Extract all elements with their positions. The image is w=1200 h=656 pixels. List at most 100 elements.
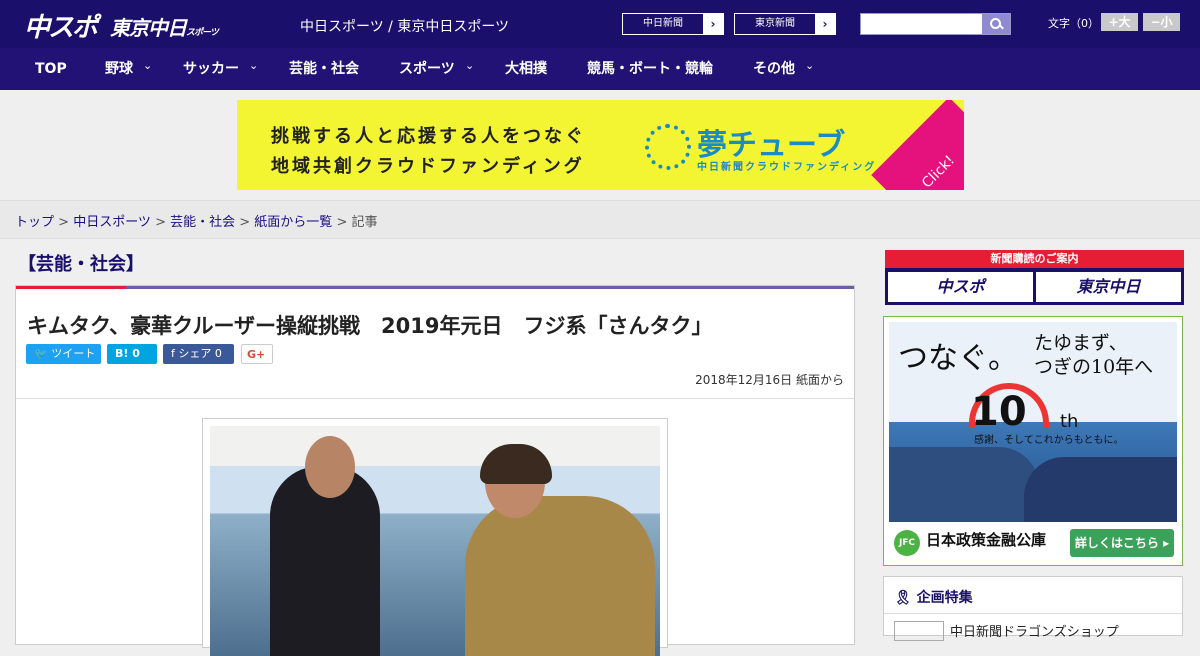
dots-logo-icon (645, 124, 691, 170)
breadcrumb-sep: > (332, 215, 352, 230)
site-name: 中日スポーツ / 東京中日スポーツ (300, 19, 510, 35)
kikaku-thumb[interactable] (894, 621, 944, 641)
tweet-label: ツイート (51, 347, 96, 360)
nav-item-racing[interactable]: 競馬・ボート・競輪 (587, 48, 713, 90)
chevron-down-icon: ⌄ (249, 59, 259, 72)
nav-item-sumo[interactable]: 大相撲 (505, 48, 547, 90)
nav-label: サッカー (183, 61, 239, 77)
chevron-right-icon: › (703, 14, 723, 34)
subscribe-chuspo-button[interactable]: 中スポ (888, 272, 1033, 302)
paper-link-label: 東京新聞 (755, 18, 795, 29)
tweet-button[interactable]: 🐦 ツイート (26, 344, 101, 364)
article-photo-frame (202, 418, 668, 656)
ad-line1: 挑戦する人と応援する人をつなぐ (271, 126, 586, 147)
font-bigger-button[interactable]: +大 (1101, 13, 1138, 31)
kikaku-title-text: 企画特集 (916, 590, 973, 606)
article-date: 2018年12月16日 紙面から (695, 373, 844, 387)
nav-label: 大相撲 (505, 61, 547, 77)
kikaku-box: 🎗 企画特集 中日新聞ドラゴンズショップ (883, 576, 1183, 641)
ad-more-button[interactable]: 詳しくはこちら ▸ (1070, 529, 1174, 557)
ad-tayumazu: たゆまず、 (1034, 332, 1128, 354)
search-icon[interactable] (982, 14, 1010, 34)
nav-item-entertainment[interactable]: 芸能・社会 (289, 48, 359, 90)
kikaku-title: 🎗 企画特集 (894, 587, 973, 607)
breadcrumb-chunichi-sports[interactable]: 中日スポーツ (73, 215, 151, 230)
breadcrumb-entertainment[interactable]: 芸能・社会 (170, 215, 235, 230)
chevron-down-icon: ⌄ (143, 59, 153, 72)
nav-label: その他 (753, 61, 795, 77)
ad-th: th (1060, 411, 1079, 432)
person-right (465, 496, 655, 656)
ad-tagline: たゆまず、 つぎの10年へ (1034, 331, 1153, 379)
subscription-box: 新聞購読のご案内 中スポ 東京中日 (885, 250, 1184, 305)
chuspo-logo[interactable]: 中スポ (24, 7, 98, 44)
breadcrumb: トップ > 中日スポーツ > 芸能・社会 > 紙面から一覧 > 記事 (15, 211, 378, 230)
nav-label: スポーツ (399, 61, 455, 77)
google-plus-button[interactable]: G+ (241, 344, 273, 364)
breadcrumb-sep: > (54, 215, 74, 230)
subscription-title: 新聞購読のご案内 (885, 250, 1184, 268)
chevron-right-icon: › (815, 14, 835, 34)
ad-org: JFC 日本政策金融公庫 (894, 529, 1046, 556)
facebook-icon: f (171, 347, 175, 360)
font-smaller-button[interactable]: −小 (1143, 13, 1180, 31)
ad-ten: 10 (971, 389, 1027, 435)
facebook-share-button[interactable]: f シェア 0 (163, 344, 234, 364)
article-title: キムタク、豪華クルーザー操縦挑戦 2019年元日 フジ系「さんタク」 (27, 314, 713, 338)
paper-link-label: 中日新聞 (643, 18, 683, 29)
chevron-down-icon: ⌄ (465, 59, 475, 72)
hatena-count: 0 (132, 347, 140, 360)
nav-label: 芸能・社会 (289, 61, 359, 77)
accent-bar-red (16, 286, 126, 289)
nav-label: 野球 (105, 61, 133, 77)
tokyo-logo-text: 東京中日 (110, 16, 187, 40)
ad-line2: 地域共創クラウドファンディング (271, 156, 585, 177)
site-header: 中スポ 東京中日スポーツ 中日スポーツ / 東京中日スポーツ 中日新聞 › 東京新… (0, 0, 1200, 48)
share-count: 0 (214, 347, 222, 360)
bird-icon: 🐦 (34, 347, 48, 360)
ad-tsunagu: つなぐ。 (898, 341, 1018, 376)
article-category: 【芸能・社会】 (18, 254, 144, 275)
tokyo-chunichi-logo[interactable]: 東京中日スポーツ (110, 12, 219, 41)
nav-item-baseball[interactable]: 野球 ⌄ (105, 48, 152, 90)
nav-item-sports[interactable]: スポーツ ⌄ (399, 48, 474, 90)
breadcrumb-sep: > (235, 215, 255, 230)
chevron-down-icon: ⌄ (805, 59, 815, 72)
divider (884, 613, 1182, 614)
article-card: キムタク、豪華クルーザー操縦挑戦 2019年元日 フジ系「さんタク」 🐦 ツイー… (15, 285, 855, 656)
search-input[interactable] (860, 13, 1011, 35)
hatena-button[interactable]: B! 0 (107, 344, 157, 364)
tokyo-shimbun-link[interactable]: 東京新聞 › (734, 13, 836, 35)
accent-bar-purple (126, 286, 854, 289)
divider (16, 398, 854, 399)
kikaku-item[interactable]: 中日新聞ドラゴンズショップ (950, 621, 1119, 640)
person-left-head (305, 436, 355, 498)
breadcrumb-top[interactable]: トップ (15, 215, 54, 230)
nav-label: TOP (35, 61, 67, 77)
crowdfunding-ad-banner[interactable]: 挑戦する人と応援する人をつなぐ 地域共創クラウドファンディング 夢チューブ 中日… (237, 100, 964, 190)
font-size-label: 文字（0） (1048, 17, 1099, 30)
subscribe-tokyo-button[interactable]: 東京中日 (1036, 272, 1181, 302)
handshake-right (1024, 457, 1177, 522)
jfc-ad[interactable]: つなぐ。 たゆまず、 つぎの10年へ 10 th 感謝、そしてこれからもともに。 … (883, 316, 1183, 566)
article-photo[interactable] (210, 426, 660, 656)
breadcrumb-current: 記事 (351, 215, 378, 230)
boat-roof (210, 426, 660, 466)
ribbon-icon: 🎗 (894, 590, 912, 606)
handshake-left (889, 447, 1039, 522)
nav-item-soccer[interactable]: サッカー ⌄ (183, 48, 258, 90)
click-corner (871, 100, 964, 190)
ad-thanks: 感謝、そしてこれからもともに。 (974, 435, 1124, 446)
jfc-logo-icon: JFC (894, 530, 920, 556)
ad-org-name: 日本政策金融公庫 (926, 531, 1047, 549)
share-label: シェア (178, 347, 212, 360)
hatena-icon: B! (115, 347, 129, 360)
breadcrumb-paper-list[interactable]: 紙面から一覧 (254, 215, 332, 230)
tokyo-logo-small: スポーツ (186, 28, 219, 38)
ad-tsugi: つぎの10年へ (1034, 356, 1154, 378)
nav-label: 競馬・ボート・競輪 (587, 61, 713, 77)
nav-item-top[interactable]: TOP (35, 48, 67, 90)
ad-brand-sub: 中日新聞クラウドファンディング (697, 162, 877, 173)
nav-item-other[interactable]: その他 ⌄ (753, 48, 814, 90)
chunichi-shimbun-link[interactable]: 中日新聞 › (622, 13, 724, 35)
